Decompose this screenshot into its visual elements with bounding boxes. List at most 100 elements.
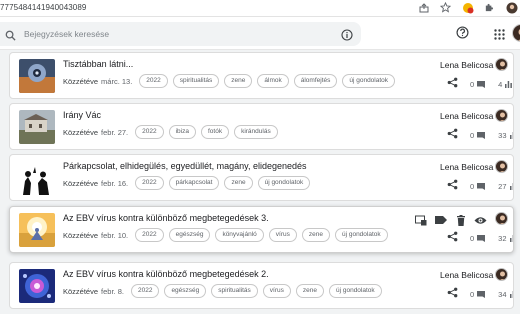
post-stats: 0 4 xyxy=(447,75,513,93)
apps-grid-icon[interactable] xyxy=(494,27,505,45)
label-chip[interactable]: könyvajánló xyxy=(215,228,264,242)
share-icon[interactable] xyxy=(447,75,458,93)
help-icon[interactable] xyxy=(456,26,469,44)
app-header xyxy=(0,17,520,50)
extension-badge-icon[interactable] xyxy=(461,1,474,14)
comment-icon xyxy=(477,75,486,93)
post-row-hovered[interactable]: Az EBV vírus kontra különböző megbeteged… xyxy=(9,206,514,253)
label-chip[interactable]: 2022 xyxy=(130,284,160,298)
label-chip[interactable]: zene xyxy=(224,176,253,190)
trash-icon[interactable] xyxy=(454,214,467,226)
browser-toolbar-icons xyxy=(417,1,520,14)
label-chip[interactable]: 2022 xyxy=(135,228,164,242)
post-author: Lena Belicosa xyxy=(440,162,494,172)
bar-chart-icon xyxy=(509,229,513,247)
account-avatar[interactable] xyxy=(512,24,520,42)
label-chip[interactable]: 2022 xyxy=(135,176,164,190)
post-stats: 0 33 xyxy=(447,126,513,144)
author-avatar xyxy=(495,160,508,173)
view-count: 27 xyxy=(498,181,507,191)
bar-chart-icon xyxy=(509,177,513,195)
author-avatar xyxy=(495,109,508,122)
label-chip[interactable]: új gondolatok xyxy=(257,176,311,190)
post-row[interactable]: Irány Vác Közzétéve febr. 27. 2022 ibiza… xyxy=(9,103,514,150)
extensions-puzzle-icon[interactable] xyxy=(483,1,496,14)
post-author: Lena Belicosa xyxy=(440,60,494,70)
eye-icon[interactable] xyxy=(474,214,487,226)
label-chip[interactable]: vírus xyxy=(268,228,297,242)
search-box[interactable] xyxy=(0,22,361,46)
browser-url-bar: 7775484141940043089 xyxy=(0,0,520,17)
post-title[interactable]: Tisztábban látni... xyxy=(63,59,133,69)
view-count: 33 xyxy=(498,130,507,140)
post-stats: 0 34 xyxy=(447,285,513,303)
label-chip[interactable]: zene xyxy=(224,74,253,88)
comment-icon xyxy=(477,229,486,247)
info-icon[interactable] xyxy=(341,28,353,46)
post-author: Lena Belicosa xyxy=(440,270,494,280)
label-chip[interactable]: 2022 xyxy=(139,74,168,88)
post-title[interactable]: Párkapcsolat, elhidegülés, egyedüllét, m… xyxy=(63,161,307,171)
comment-count: 0 xyxy=(470,130,475,140)
published-label: Közzétéve xyxy=(63,127,99,137)
published-label: Közzétéve xyxy=(63,178,99,188)
bookmark-star-icon[interactable] xyxy=(439,1,452,14)
layout-icon[interactable] xyxy=(414,214,427,226)
post-author: Lena Belicosa xyxy=(440,111,494,121)
label-chip[interactable]: spiritualitás xyxy=(172,74,220,88)
published-label: Közzétéve xyxy=(63,286,99,296)
post-meta: Közzétéve febr. 10. 2022 egészség könyva… xyxy=(63,228,393,242)
share-page-icon[interactable] xyxy=(417,1,430,14)
label-chip[interactable]: új gondolatok xyxy=(334,228,388,242)
bar-chart-icon xyxy=(509,285,513,303)
post-row[interactable]: Párkapcsolat, elhidegülés, egyedüllét, m… xyxy=(9,154,514,201)
bar-chart-icon xyxy=(509,126,513,144)
search-input[interactable] xyxy=(24,26,324,42)
label-chip[interactable]: egészség xyxy=(168,228,211,242)
label-chip[interactable]: zene xyxy=(295,284,324,298)
post-title[interactable]: Irány Vác xyxy=(63,110,101,120)
comment-count: 0 xyxy=(470,289,475,299)
share-icon[interactable] xyxy=(447,229,458,247)
comment-icon xyxy=(477,177,486,195)
search-icon[interactable] xyxy=(5,28,16,46)
label-chip[interactable]: álmok xyxy=(257,74,289,88)
post-title[interactable]: Az EBV vírus kontra különböző megbeteged… xyxy=(63,213,269,223)
post-row[interactable]: Tisztábban látni... Közzétéve márc. 13. … xyxy=(9,52,514,99)
post-date: febr. 16. xyxy=(101,178,129,188)
view-count: 32 xyxy=(498,233,507,243)
post-thumbnail xyxy=(19,269,55,303)
profile-avatar-icon[interactable] xyxy=(505,1,518,14)
label-chip[interactable]: spiritualitás xyxy=(211,284,258,298)
label-chip[interactable]: álomfejtés xyxy=(293,74,338,88)
post-thumbnail xyxy=(19,110,55,144)
post-title[interactable]: Az EBV vírus kontra különböző megbeteged… xyxy=(63,269,269,279)
label-chip[interactable]: kirándulás xyxy=(234,125,278,139)
share-icon[interactable] xyxy=(447,177,458,195)
comment-count: 0 xyxy=(470,233,475,243)
label-chip[interactable]: 2022 xyxy=(135,125,164,139)
label-chip[interactable]: vírus xyxy=(262,284,291,298)
label-chip[interactable]: fotók xyxy=(200,125,230,139)
label-chip[interactable]: párkapcsolat xyxy=(168,176,220,190)
post-thumbnail xyxy=(19,161,55,195)
url-text[interactable]: 7775484141940043089 xyxy=(0,3,86,12)
post-date: febr. 10. xyxy=(101,230,129,240)
comment-count: 0 xyxy=(470,79,475,89)
post-date: márc. 13. xyxy=(101,76,133,86)
label-icon[interactable] xyxy=(434,214,447,226)
label-chip[interactable]: ibiza xyxy=(168,125,196,139)
bar-chart-icon xyxy=(505,75,513,93)
author-avatar xyxy=(495,268,508,281)
post-stats: 0 32 xyxy=(447,229,513,247)
share-icon[interactable] xyxy=(447,126,458,144)
label-chip[interactable]: új gondolatok xyxy=(342,74,396,88)
label-chip[interactable]: egészség xyxy=(164,284,207,298)
post-thumbnail xyxy=(19,213,55,247)
share-icon[interactable] xyxy=(447,285,458,303)
view-count: 34 xyxy=(498,289,507,299)
label-chip[interactable]: zene xyxy=(301,228,330,242)
post-row[interactable]: Az EBV vírus kontra különböző megbeteged… xyxy=(9,262,514,309)
post-stats: 0 27 xyxy=(447,177,513,195)
label-chip[interactable]: új gondolatok xyxy=(328,284,382,298)
